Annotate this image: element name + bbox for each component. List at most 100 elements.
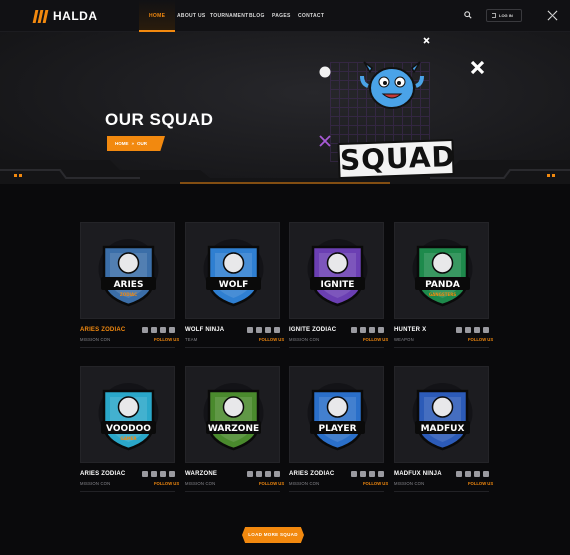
instagram-icon[interactable] [160, 471, 166, 477]
member-card-image[interactable]: WOLF [185, 222, 280, 319]
facebook-icon[interactable] [256, 327, 262, 333]
member-role: MISSION CON [394, 481, 425, 486]
member-name[interactable]: ARIES ZODIAC [80, 471, 125, 477]
twitch-icon[interactable] [483, 471, 489, 477]
hero-decorations [0, 37, 570, 184]
member-name[interactable]: MADFUX NINJA [394, 471, 442, 477]
page-banner: OUR SQUAD HOME» OUR SQUAD SQUAD [0, 32, 570, 184]
member-name[interactable]: ARIES ZODIAC [289, 471, 334, 477]
social-links [247, 327, 280, 333]
instagram-icon[interactable] [369, 471, 375, 477]
card-divider [394, 347, 489, 348]
member-card-image[interactable]: MADFUX [394, 366, 489, 463]
brand-logo[interactable]: HALDA [32, 9, 98, 23]
social-links [351, 471, 384, 477]
nav-item-pages[interactable]: PAGES [272, 0, 291, 32]
login-button[interactable]: LOG IN [486, 9, 522, 22]
twitter-icon[interactable] [351, 471, 357, 477]
twitch-icon[interactable] [378, 471, 384, 477]
twitch-icon[interactable] [483, 327, 489, 333]
member-card-image[interactable]: WARZONE [185, 366, 280, 463]
member-card-image[interactable]: ARIES ZODIAC [80, 222, 175, 319]
team-logo-icon: WOLF [203, 239, 264, 307]
facebook-icon[interactable] [360, 471, 366, 477]
follow-us-link[interactable]: FOLLOW US [154, 481, 179, 486]
member-name[interactable]: IGNITE ZODIAC [289, 327, 336, 333]
team-logo-icon: MADFUX [412, 383, 473, 451]
instagram-icon[interactable] [474, 327, 480, 333]
nav-item-contact[interactable]: CONTACT [298, 0, 324, 32]
twitter-icon[interactable] [142, 327, 148, 333]
card-divider [185, 347, 280, 348]
svg-text:WOLF: WOLF [219, 280, 248, 290]
load-more-button[interactable]: LOAD MORE SQUAD [242, 527, 304, 543]
social-links [456, 327, 489, 333]
card-divider [289, 347, 384, 348]
member-card-image[interactable]: PANDA GANGSTERS [394, 222, 489, 319]
member-name[interactable]: HUNTER X [394, 327, 426, 333]
instagram-icon[interactable] [265, 327, 271, 333]
facebook-icon[interactable] [256, 471, 262, 477]
svg-text:PLAYER: PLAYER [318, 424, 356, 434]
squad-badge-text: SQUAD [339, 139, 457, 177]
facebook-icon[interactable] [465, 327, 471, 333]
nav-item-home[interactable]: HOME [139, 0, 176, 32]
login-label: LOG IN [499, 13, 513, 18]
member-role: MISSION CON [80, 481, 111, 486]
instagram-icon[interactable] [160, 327, 166, 333]
social-links [456, 471, 489, 477]
twitch-icon[interactable] [169, 327, 175, 333]
x-shape [423, 37, 430, 44]
nav-item-blog[interactable]: BLOG [249, 0, 265, 32]
follow-us-link[interactable]: FOLLOW US [363, 337, 388, 342]
monster-mascot-icon [360, 61, 424, 109]
follow-us-link[interactable]: FOLLOW US [259, 481, 284, 486]
social-links [142, 327, 175, 333]
member-name[interactable]: WARZONE [185, 471, 217, 477]
facebook-icon[interactable] [465, 471, 471, 477]
facebook-icon[interactable] [151, 327, 157, 333]
instagram-icon[interactable] [369, 327, 375, 333]
follow-us-link[interactable]: FOLLOW US [154, 337, 179, 342]
search-icon[interactable] [464, 11, 472, 19]
nav-item-tournament[interactable]: TOURNAMENT [210, 0, 248, 32]
follow-us-link[interactable]: FOLLOW US [259, 337, 284, 342]
twitter-icon[interactable] [247, 471, 253, 477]
member-card-image[interactable]: IGNITE [289, 222, 384, 319]
twitch-icon[interactable] [274, 471, 280, 477]
member-card-image[interactable]: VOODOO GAMER [80, 366, 175, 463]
twitter-icon[interactable] [456, 471, 462, 477]
social-links [142, 471, 175, 477]
top-navbar: HALDA HOME ABOUT US TOURNAMENT BLOG PAGE… [0, 0, 570, 32]
twitter-icon[interactable] [351, 327, 357, 333]
twitter-icon[interactable] [456, 327, 462, 333]
member-name[interactable]: WOLF NINJA [185, 327, 224, 333]
twitter-icon[interactable] [142, 471, 148, 477]
card-divider [80, 347, 175, 348]
nav-item-about[interactable]: ABOUT US [177, 0, 206, 32]
twitch-icon[interactable] [274, 327, 280, 333]
member-card-image[interactable]: PLAYER [289, 366, 384, 463]
follow-us-link[interactable]: FOLLOW US [468, 481, 493, 486]
login-icon [492, 13, 496, 18]
member-role: WEAPON [394, 337, 414, 342]
member-name[interactable]: ARIES ZODIAC [80, 327, 125, 333]
x-shape [470, 60, 485, 75]
svg-text:MADFUX: MADFUX [421, 424, 465, 434]
twitch-icon[interactable] [378, 327, 384, 333]
member-role: TEAM [185, 337, 198, 342]
twitch-icon[interactable] [169, 471, 175, 477]
facebook-icon[interactable] [360, 327, 366, 333]
team-logo-icon: IGNITE [307, 239, 368, 307]
follow-us-link[interactable]: FOLLOW US [468, 337, 493, 342]
menu-toggle-icon[interactable] [547, 10, 558, 21]
follow-us-link[interactable]: FOLLOW US [363, 481, 388, 486]
facebook-icon[interactable] [151, 471, 157, 477]
circle-shape [319, 66, 331, 78]
team-logo-icon: ARIES ZODIAC [98, 239, 159, 307]
member-role: MISSION CON [80, 337, 111, 342]
twitter-icon[interactable] [247, 327, 253, 333]
instagram-icon[interactable] [265, 471, 271, 477]
instagram-icon[interactable] [474, 471, 480, 477]
svg-text:WARZONE: WARZONE [208, 424, 259, 434]
